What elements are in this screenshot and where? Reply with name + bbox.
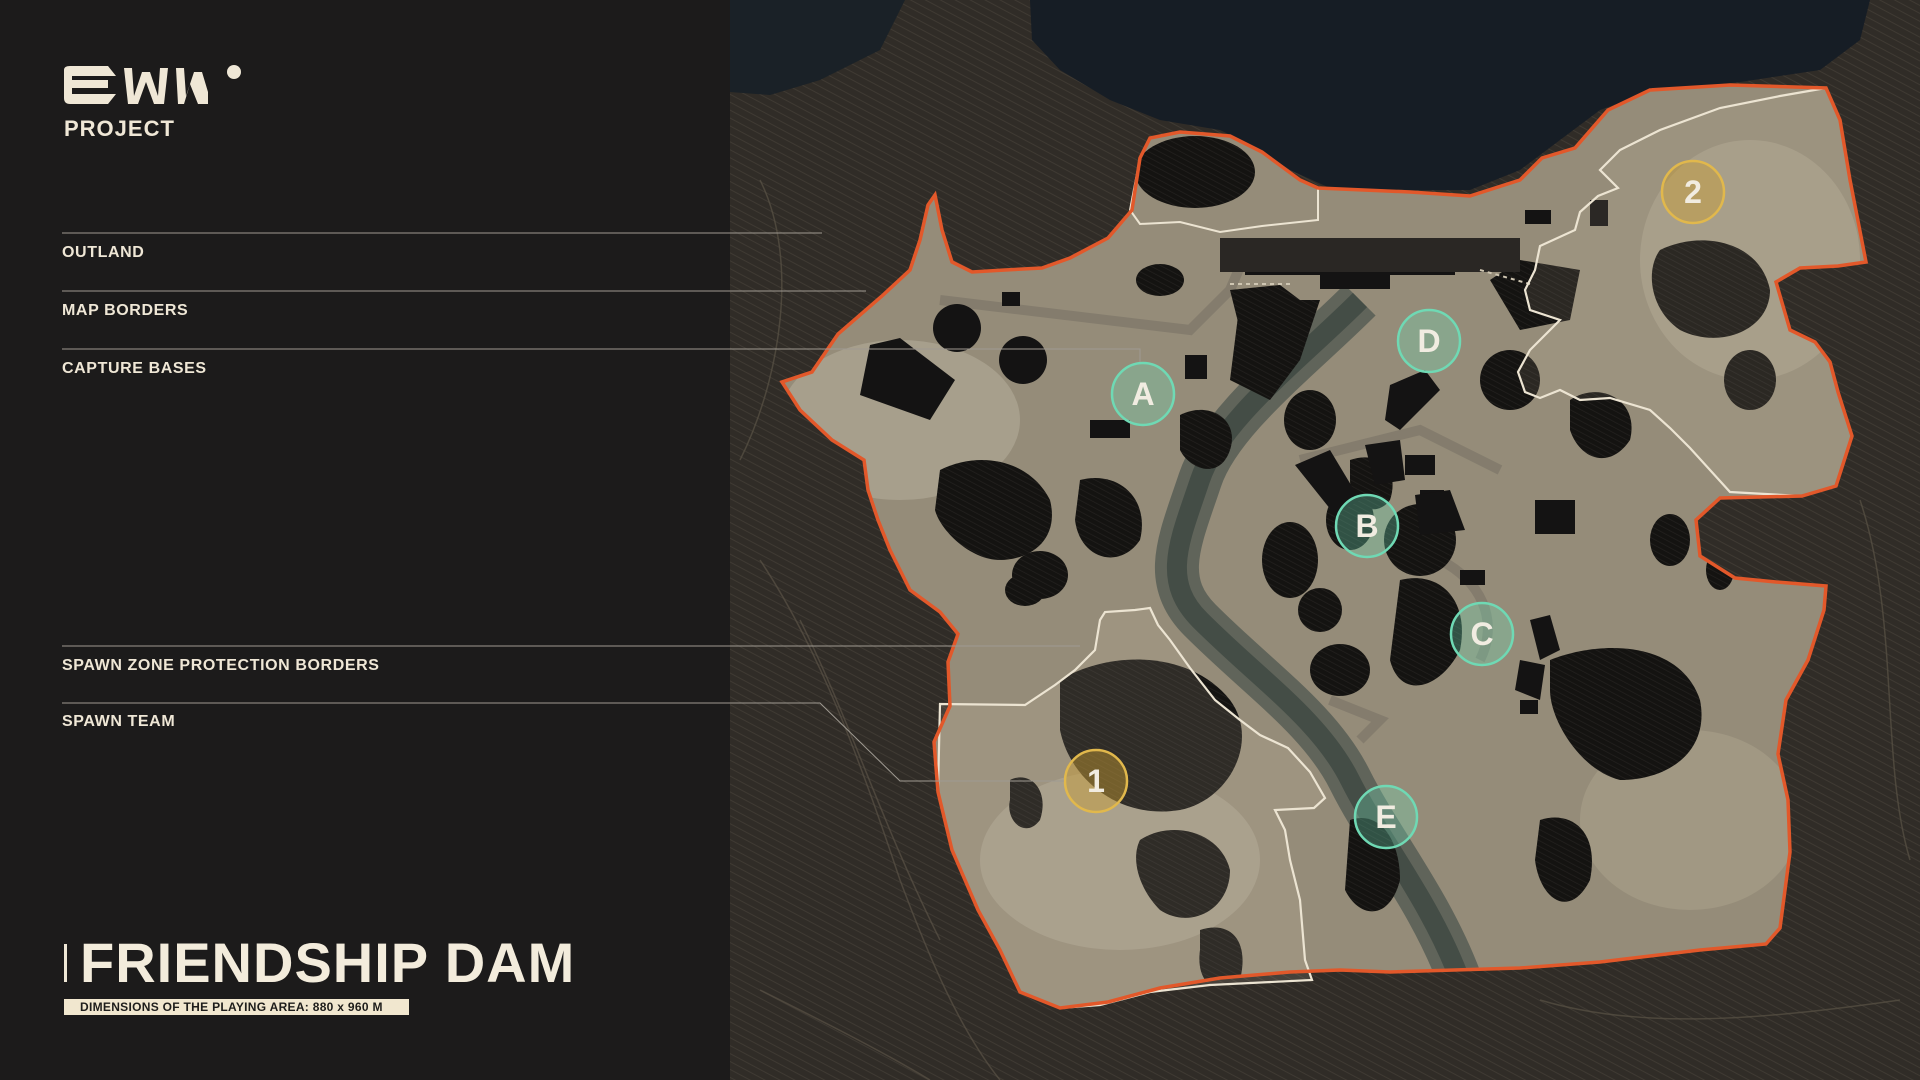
spawn-team-1[interactable]: 1 — [1063, 748, 1129, 814]
legend-spawn-zone-borders: SPAWN ZONE PROTECTION BORDERS — [62, 657, 380, 674]
capture-base-c[interactable]: C — [1449, 601, 1515, 667]
map-view[interactable]: A D B C E 1 2 — [730, 0, 1920, 1080]
legend-capture-bases: CAPTURE BASES — [62, 360, 207, 377]
capture-base-label: D — [1417, 323, 1440, 359]
dam-wall — [1220, 238, 1520, 272]
legend-outland: OUTLAND — [62, 244, 145, 261]
logo-caption: PROJECT — [64, 116, 175, 141]
capture-base-label: A — [1131, 376, 1154, 412]
logo-mark — [64, 65, 241, 104]
title-accent-bar — [64, 944, 67, 982]
spawn-team-label: 2 — [1684, 174, 1702, 210]
capture-base-a[interactable]: A — [1110, 361, 1176, 427]
capture-base-e[interactable]: E — [1353, 784, 1419, 850]
spawn-team-label: 1 — [1087, 763, 1105, 799]
capture-base-d[interactable]: D — [1396, 308, 1462, 374]
sidebar: PROJECT OUTLAND MAP BORDERS CAPTURE BASE… — [0, 0, 730, 1080]
map-dimensions: DIMENSIONS OF THE PLAYING AREA: 880 x 96… — [64, 999, 409, 1015]
capture-base-b[interactable]: B — [1334, 493, 1400, 559]
capture-base-label: E — [1375, 799, 1396, 835]
legend-spawn-team: SPAWN TEAM — [62, 713, 176, 730]
spawn-team-2[interactable]: 2 — [1660, 159, 1726, 225]
capture-base-label: B — [1355, 508, 1378, 544]
legend-map-borders: MAP BORDERS — [62, 302, 189, 319]
map-title: FRIENDSHIP DAM — [80, 931, 576, 994]
capture-base-label: C — [1470, 616, 1493, 652]
map-canvas: A D B C E 1 2 — [730, 0, 1920, 1080]
